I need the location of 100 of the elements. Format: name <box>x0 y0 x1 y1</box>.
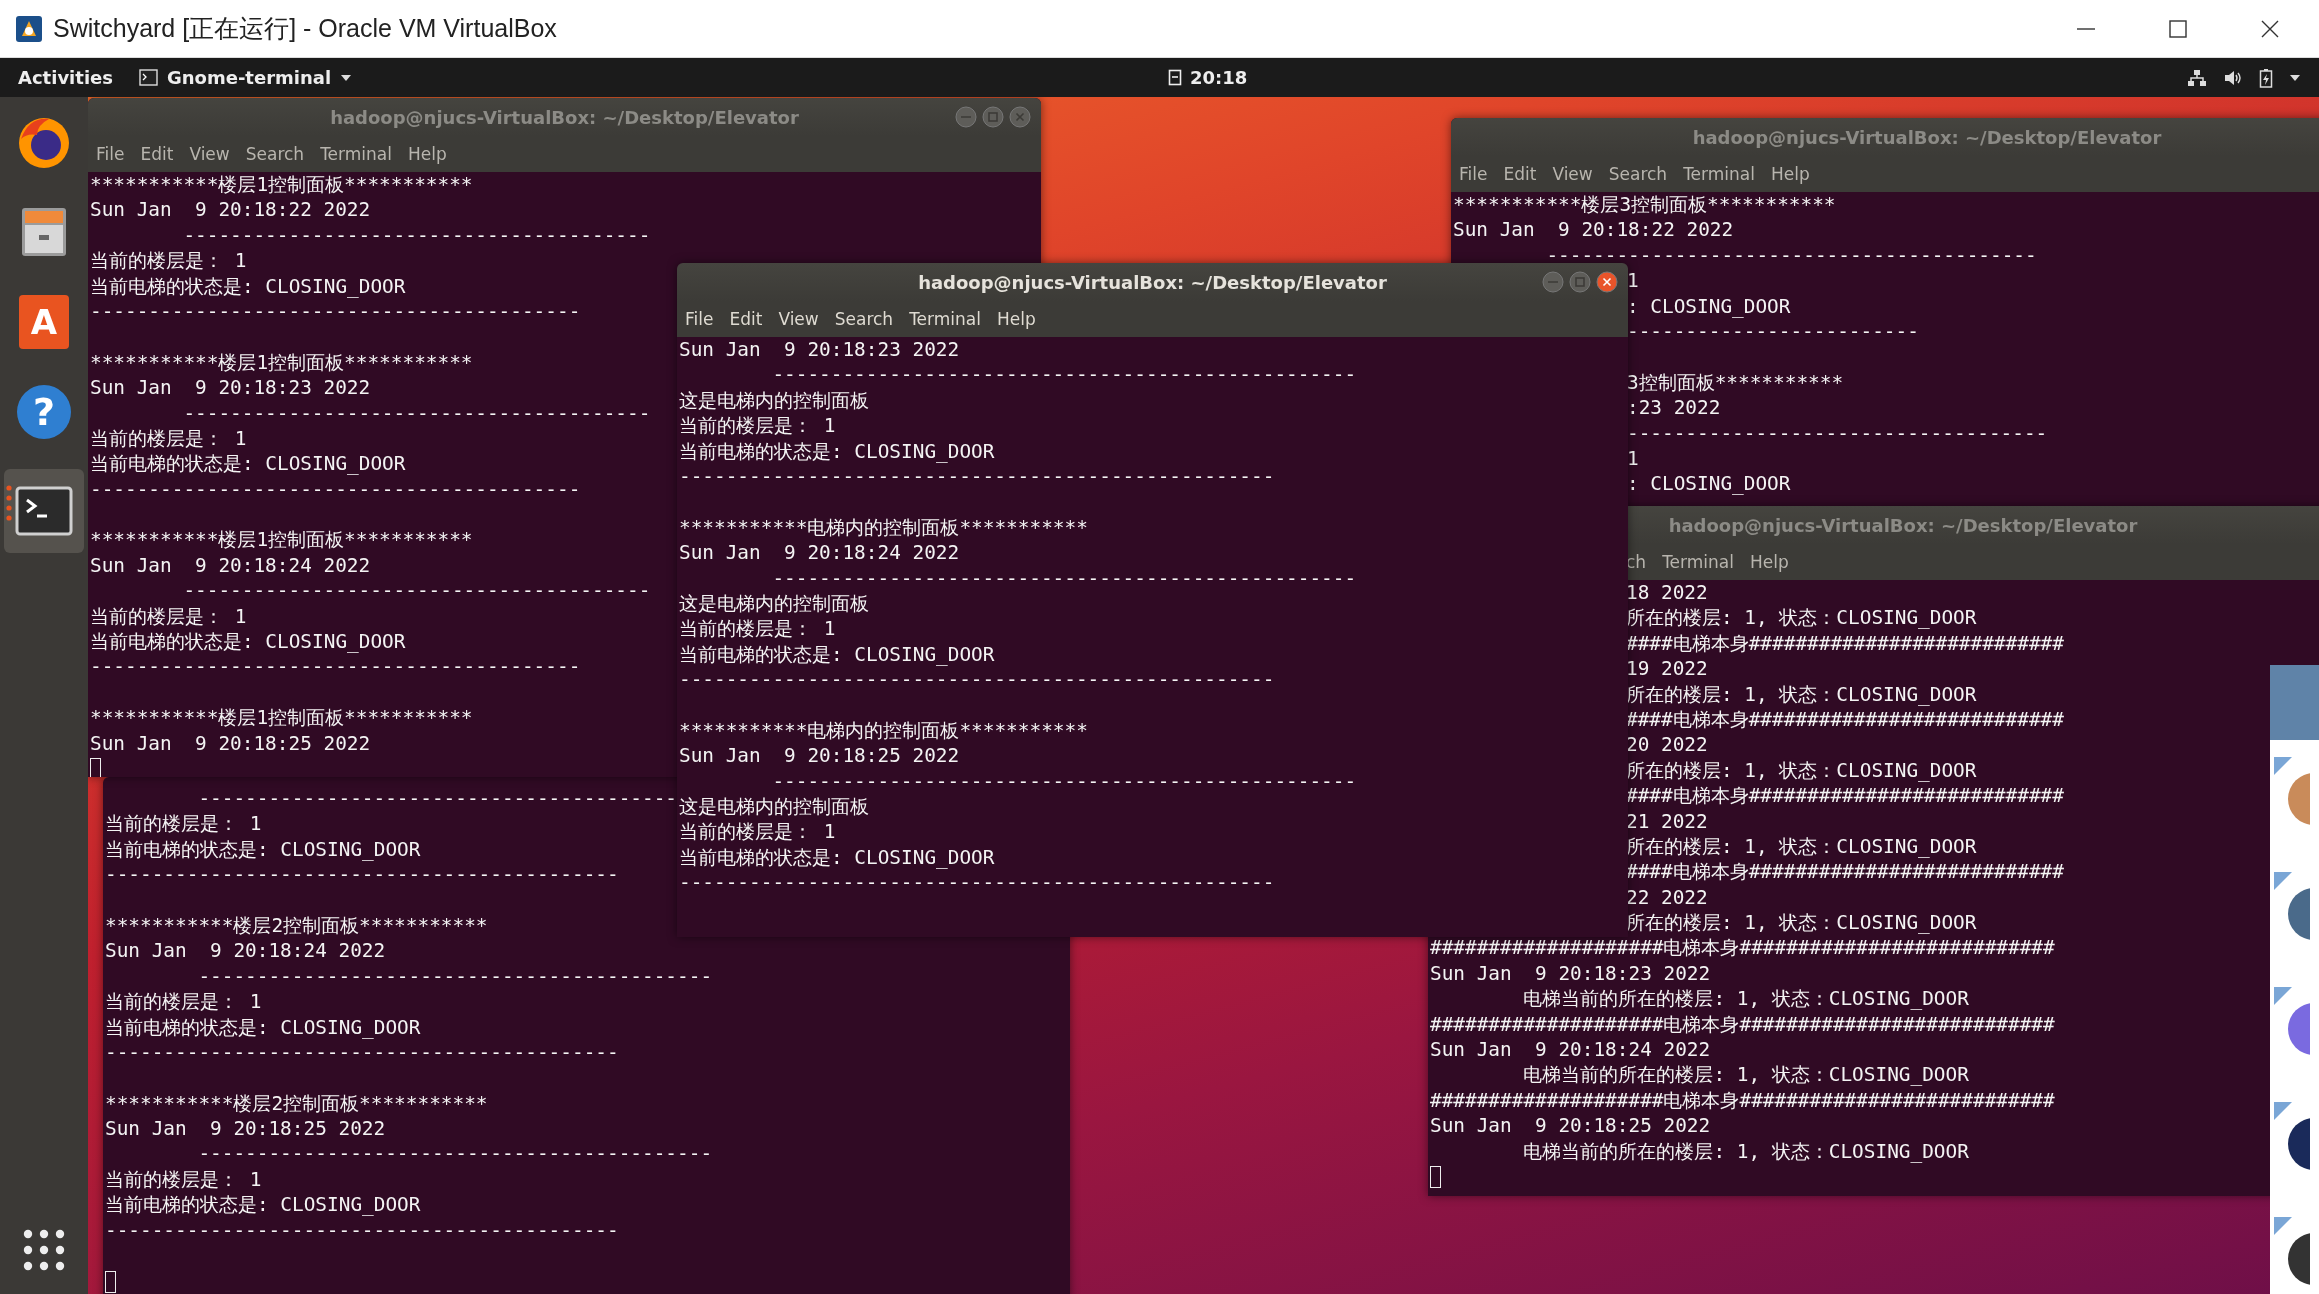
app-menu[interactable]: Gnome-terminal <box>139 67 353 88</box>
caret-icon[interactable] <box>2289 73 2301 82</box>
output-line: ---------------------------------------- <box>182 400 651 426</box>
output-line: ------------------------- <box>1627 318 1919 345</box>
menu-item[interactable]: Help <box>1749 552 1789 572</box>
output-line: ----------------------------------------- <box>197 786 678 812</box>
battery-icon[interactable] <box>2259 67 2273 88</box>
output-line: 当前的楼层是： 1 <box>90 248 247 274</box>
menu-item[interactable]: Terminal <box>909 309 981 329</box>
output-line: 当前的楼层是： 1 <box>90 425 247 452</box>
output-line: 所在的楼层: 1, 状态：CLOSING_DOOR <box>1626 605 1977 631</box>
output-line: Sun Jan 9 20:18:25 2022 <box>90 730 371 756</box>
output-line: -------------------------------------------------- <box>771 362 1357 388</box>
output-line: 当前电梯的状态是: CLOSING_DOOR <box>679 438 995 464</box>
output-line: 电梯当前的所在的楼层: 1, 状态：CLOSING_DOOR <box>1522 986 1969 1012</box>
output-line: 3控制面板*********** <box>1627 369 1844 396</box>
output-line: --------------------------------------------------- <box>679 463 1275 490</box>
window-title: hadoop@njucs-VirtualBox: ~/Desktop/Elevator <box>330 106 799 128</box>
output-line: 当前电梯的状态是: CLOSING_DOOR <box>90 451 406 477</box>
output-line: 当前电梯的状态是: CLOSING_DOOR <box>105 1014 421 1040</box>
terminal-icon <box>15 486 73 536</box>
output-line: -------------------------------------------- <box>105 862 619 888</box>
output-line: Sun Jan 9 20:18:22 2022 <box>90 197 371 223</box>
output-line: 当前电梯的状态是: CLOSING_DOOR <box>90 273 406 299</box>
menu-item[interactable]: View <box>1552 164 1593 184</box>
close-icon[interactable] <box>1596 271 1618 293</box>
calendar-icon <box>1168 69 1182 86</box>
window-title: hadoop@njucs-VirtualBox: ~/Desktop/Elevator <box>1692 126 2162 148</box>
menu-item[interactable]: Terminal <box>1662 552 1734 572</box>
output-line: Sun Jan 9 20:18:22 2022 <box>1453 217 1734 243</box>
output-line: Sun Jan 9 20:18:24 2022 <box>105 938 386 964</box>
output-line: 当前电梯的状态是: CLOSING_DOOR <box>105 1192 421 1218</box>
menu-item[interactable]: Help <box>996 309 1036 329</box>
output-line: 电梯当前的所在的楼层: 1, 状态：CLOSING_DOOR <box>1522 1062 1969 1088</box>
volume-icon[interactable] <box>2223 68 2243 87</box>
output-line: 当前电梯的状态是: CLOSING_DOOR <box>90 629 406 655</box>
output-line: 1 <box>1627 445 1639 472</box>
menu-item[interactable]: Edit <box>729 309 763 329</box>
output-line: 18 2022 <box>1626 580 1708 606</box>
output-line: ***********楼层2控制面板*********** <box>105 1090 488 1117</box>
window-title: hadoop@njucs-VirtualBox: ~/Desktop/Elevator <box>1668 514 2138 536</box>
output-line: 20 2022 <box>1626 732 1708 758</box>
caret-icon <box>340 73 353 82</box>
network-icon[interactable] <box>2187 68 2207 87</box>
text-cursor <box>1430 1166 1441 1189</box>
output-line: Sun Jan 9 20:18:23 2022 <box>90 375 371 401</box>
output-line: : CLOSING_DOOR <box>1627 471 1791 497</box>
output-line: ####电梯本身########################### <box>1626 783 2064 809</box>
output-line: :23 2022 <box>1627 395 1721 421</box>
output-line: 当前电梯的状态是: CLOSING_DOOR <box>105 836 421 863</box>
output-line: 这是电梯内的控制面板 <box>679 590 869 617</box>
output-line: Sun Jan 9 20:18:25 2022 <box>105 1116 386 1142</box>
output-line: 所在的楼层: 1, 状态：CLOSING_DOOR <box>1626 681 1977 707</box>
output-line: ####################电梯本身########################### <box>1430 1087 2055 1114</box>
menu-item[interactable]: Terminal <box>320 144 392 164</box>
output-line: 当前的楼层是： 1 <box>105 811 262 837</box>
output-line: 所在的楼层: 1, 状态：CLOSING_DOOR <box>1626 910 1977 936</box>
output-line: 21 2022 <box>1626 808 1708 834</box>
output-line: 当前电梯的状态是: CLOSING_DOOR <box>679 641 995 668</box>
output-line: ***********电梯内的控制面板*********** <box>679 514 1088 541</box>
menu-item[interactable]: File <box>96 144 125 164</box>
output-line: ------------------------------------------ <box>90 476 581 503</box>
menu-item[interactable]: Terminal <box>1683 164 1755 184</box>
dock-item[interactable] <box>4 469 84 553</box>
menu-item[interactable]: Edit <box>1503 164 1537 184</box>
output-line: --------------------------------------------------- <box>679 667 1275 693</box>
maximize-icon[interactable] <box>2167 17 2189 40</box>
menu-item[interactable]: Edit <box>140 144 174 164</box>
menu-item[interactable]: Search <box>834 309 894 329</box>
menu-item[interactable]: File <box>1459 164 1488 184</box>
clock[interactable]: 20:18 <box>1190 67 1248 88</box>
output-line: 22 2022 <box>1626 884 1708 911</box>
output-line: 19 2022 <box>1626 656 1708 682</box>
terminal-icon <box>139 69 158 86</box>
menu-item[interactable]: Help <box>407 144 447 164</box>
output-line: ---------------------------------------- <box>182 578 651 604</box>
output-line: Sun Jan 9 20:18:24 2022 <box>1430 1037 1711 1063</box>
menu-item[interactable]: Search <box>245 144 305 164</box>
app-grid-icon[interactable] <box>22 1228 66 1272</box>
dock-item[interactable]: ? <box>4 379 84 445</box>
output-line: ------------------------------------------ <box>90 654 581 680</box>
output-line: -------------------------------------------- <box>105 1039 619 1066</box>
menu-item[interactable]: View <box>189 144 230 164</box>
text-cursor <box>105 1270 116 1293</box>
output-line: ####电梯本身########################### <box>1626 630 2064 657</box>
output-line: ------------------------------------------ <box>90 298 581 325</box>
output-line: Sun Jan 9 20:18:25 2022 <box>679 743 960 769</box>
menu-item[interactable]: File <box>685 309 714 329</box>
output-line: 当前的楼层是： 1 <box>90 603 247 630</box>
help-icon: ? <box>17 385 71 439</box>
menu-item[interactable]: View <box>778 309 819 329</box>
menu-item[interactable]: Search <box>1608 164 1668 184</box>
text-cursor <box>90 758 101 777</box>
dock-item[interactable]: A <box>4 289 84 355</box>
menu-item[interactable]: Help <box>1770 164 1810 184</box>
output-line: -------------------------------------------- <box>197 1141 713 1167</box>
output-line: 电梯当前的所在的楼层: 1, 状态：CLOSING_DOOR <box>1522 1138 1969 1164</box>
output-line: ***********楼层2控制面板*********** <box>105 912 488 939</box>
output-line: ####################电梯本身########################### <box>1430 935 2055 961</box>
activities-button[interactable]: Activities <box>0 67 113 88</box>
